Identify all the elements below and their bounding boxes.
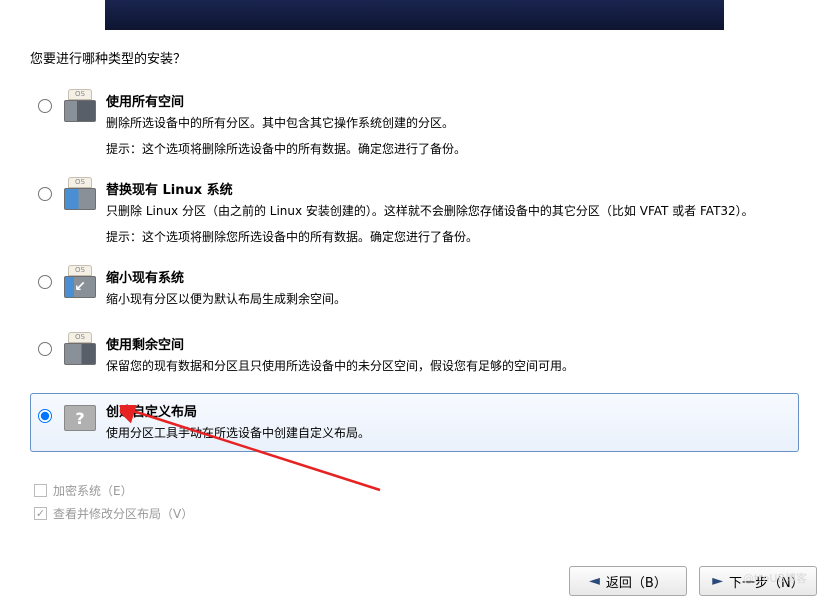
radio-shrink[interactable] [38,275,52,289]
option-custom-layout[interactable]: ? 创建自定义布局 使用分区工具手动在所选设备中创建自定义布局。 [30,393,799,452]
main-content: 您要进行哪种类型的安装？ OS 使用所有空间 删除所选设备中的所有分区。其中包含… [30,48,799,546]
option-desc: 缩小现有分区以便为默认布局生成剩余空间。 [106,290,791,308]
disk-icon-shrink: OS ↙ [64,265,96,301]
radio-custom-layout[interactable] [38,409,52,423]
option-text: 缩小现有系统 缩小现有分区以便为默认布局生成剩余空间。 [106,265,791,312]
option-text: 使用剩余空间 保留您的现有数据和分区且只使用所选设备中的未分区空间，假设您有足够… [106,332,791,379]
arrow-left-icon: ◄ [589,573,600,589]
radio-free-space[interactable] [38,342,52,356]
encrypt-label: 加密系统（E） [53,482,133,499]
disk-icon-all: OS [64,89,96,125]
header-bar [105,0,724,30]
os-tab-icon: OS [68,265,92,276]
option-text: 使用所有空间 删除所选设备中的所有分区。其中包含其它操作系统创建的分区。 提示：… [106,89,791,157]
option-title: 替换现有 Linux 系统 [106,179,791,198]
option-title: 使用剩余空间 [106,334,791,353]
encrypt-checkbox-row[interactable]: 加密系统（E） [34,482,193,499]
review-label: 查看并修改分区布局（V） [53,505,193,522]
os-tab-icon: OS [68,89,92,100]
option-free-space[interactable]: OS 使用剩余空间 保留您的现有数据和分区且只使用所选设备中的未分区空间，假设您… [30,326,799,385]
option-use-all-space[interactable]: OS 使用所有空间 删除所选设备中的所有分区。其中包含其它操作系统创建的分区。 … [30,83,799,163]
install-type-question: 您要进行哪种类型的安装？ [30,48,799,67]
option-desc: 只删除 Linux 分区（由之前的 Linux 安装创建的）。这样就不会删除您存… [106,202,791,220]
disk-icon-remaining: OS [64,332,96,368]
option-desc: 使用分区工具手动在所选设备中创建自定义布局。 [106,424,791,442]
os-tab-icon: OS [68,177,92,188]
option-text: 创建自定义布局 使用分区工具手动在所选设备中创建自定义布局。 [106,399,791,446]
option-desc: 删除所选设备中的所有分区。其中包含其它操作系统创建的分区。 [106,114,791,132]
os-tab-icon: OS [68,332,92,343]
disk-icon-replace: OS [64,177,96,213]
back-label: 返回（B） [606,572,667,591]
checkbox-icon [34,484,47,497]
options-list: OS 使用所有空间 删除所选设备中的所有分区。其中包含其它操作系统创建的分区。 … [30,83,799,452]
option-hint: 提示：这个选项将删除所选设备中的所有数据。确定您进行了备份。 [106,140,791,157]
option-title: 创建自定义布局 [106,401,791,420]
bottom-checkboxes: 加密系统（E） ✓ 查看并修改分区布局（V） [34,482,193,528]
back-button[interactable]: ◄ 返回（B） [569,566,687,596]
option-shrink[interactable]: OS ↙ 缩小现有系统 缩小现有分区以便为默认布局生成剩余空间。 [30,259,799,318]
radio-replace-linux[interactable] [38,187,52,201]
review-checkbox-row[interactable]: ✓ 查看并修改分区布局（V） [34,505,193,522]
arrow-right-icon: ► [712,573,723,589]
option-replace-linux[interactable]: OS 替换现有 Linux 系统 只删除 Linux 分区（由之前的 Linux… [30,171,799,251]
option-title: 使用所有空间 [106,91,791,110]
option-desc: 保留您的现有数据和分区且只使用所选设备中的未分区空间，假设您有足够的空间可用。 [106,357,791,375]
watermark: @tteUB博客 [743,570,807,586]
option-hint: 提示：这个选项将删除您所选设备中的所有数据。确定您进行了备份。 [106,228,791,245]
checkbox-icon-checked: ✓ [34,507,47,520]
radio-use-all-space[interactable] [38,99,52,113]
option-text: 替换现有 Linux 系统 只删除 Linux 分区（由之前的 Linux 安装… [106,177,791,245]
disk-icon-custom: ? [64,399,96,435]
option-title: 缩小现有系统 [106,267,791,286]
